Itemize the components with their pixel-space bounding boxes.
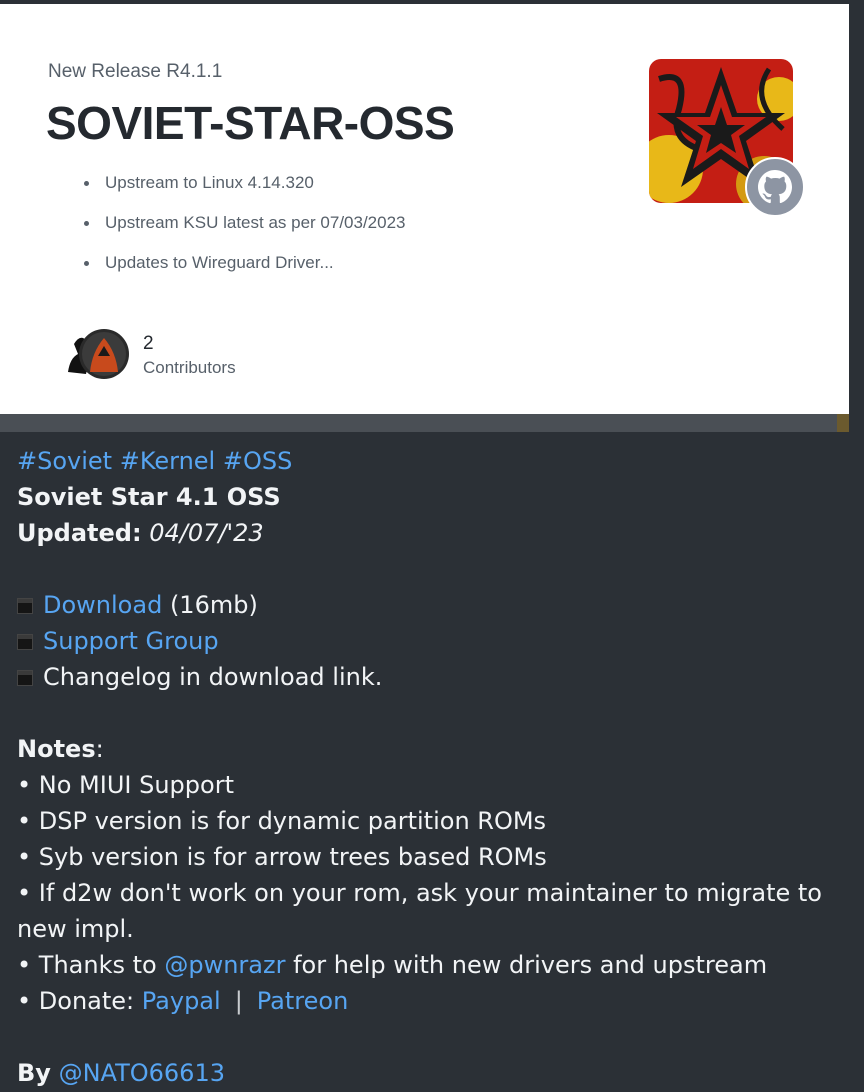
hashtags-line: #Soviet #Kernel #OSS bbox=[17, 446, 292, 476]
notes-label: Notes bbox=[17, 735, 96, 763]
patreon-link[interactable]: Patreon bbox=[257, 987, 349, 1015]
download-line: Download (16mb) bbox=[7, 590, 258, 620]
thanks-suffix: for help with new drivers and upstream bbox=[285, 951, 768, 979]
contributors-count: 2 bbox=[143, 333, 154, 354]
note-donate: • Donate: Paypal | Patreon bbox=[17, 986, 348, 1016]
github-icon bbox=[745, 157, 805, 217]
updated-date: 04/07/'23 bbox=[149, 519, 264, 547]
preview-divider bbox=[0, 414, 849, 432]
highlight-item: Updates to Wireguard Driver... bbox=[81, 251, 406, 291]
byline: By @NATO66613 bbox=[17, 1058, 225, 1088]
download-size: (16mb) bbox=[169, 591, 258, 619]
support-group-link[interactable]: Support Group bbox=[43, 627, 219, 655]
note-item: • DSP version is for dynamic partition R… bbox=[17, 807, 547, 835]
square-bullet-icon bbox=[17, 634, 33, 650]
square-bullet-icon bbox=[17, 670, 33, 686]
notes-colon: : bbox=[95, 735, 104, 763]
note-item: • If d2w don't work on your rom, ask you… bbox=[17, 879, 822, 907]
thanks-prefix: • Thanks to bbox=[17, 951, 165, 979]
hashtag-link[interactable]: #OSS bbox=[223, 447, 292, 475]
frame-right-border bbox=[849, 0, 864, 432]
changelog-line: Changelog in download link. bbox=[7, 662, 382, 692]
contributor-avatar bbox=[79, 329, 129, 379]
release-preview-card[interactable]: New Release R4.1.1 SOVIET-STAR-OSS Upstr… bbox=[0, 4, 849, 414]
highlight-item: Upstream to Linux 4.14.320 bbox=[81, 171, 406, 211]
hashtag-link[interactable]: #Kernel bbox=[120, 447, 216, 475]
square-bullet-icon bbox=[17, 598, 33, 614]
note-thanks: • Thanks to @pwnrazr for help with new d… bbox=[17, 950, 767, 980]
changelog-text: Changelog in download link. bbox=[43, 663, 383, 691]
contributor-avatars bbox=[60, 329, 129, 379]
support-line: Support Group bbox=[7, 626, 219, 656]
paypal-link[interactable]: Paypal bbox=[142, 987, 221, 1015]
updated-label: Updated: bbox=[17, 519, 142, 547]
donate-separator: | bbox=[234, 987, 243, 1015]
note-item-continued: new impl. bbox=[17, 915, 134, 943]
highlight-item: Upstream KSU latest as per 07/03/2023 bbox=[81, 211, 406, 251]
by-label: By bbox=[17, 1059, 51, 1087]
pwnrazr-mention-link[interactable]: @pwnrazr bbox=[164, 951, 285, 979]
donate-prefix: • Donate: bbox=[17, 987, 142, 1015]
note-item: • No MIUI Support bbox=[17, 771, 234, 799]
contributors-label: Contributors bbox=[143, 358, 236, 377]
download-link[interactable]: Download bbox=[43, 591, 162, 619]
message-title: Soviet Star 4.1 OSS bbox=[17, 483, 281, 511]
note-item: • Syb version is for arrow trees based R… bbox=[17, 843, 547, 871]
message-body: #Soviet #Kernel #OSS Soviet Star 4.1 OSS… bbox=[0, 432, 864, 1092]
preview-divider-accent bbox=[837, 414, 849, 432]
updated-line: Updated: 04/07/'23 bbox=[17, 518, 264, 548]
author-mention-link[interactable]: @NATO66613 bbox=[59, 1059, 225, 1087]
notes-heading: Notes: bbox=[17, 734, 104, 764]
release-highlights: Upstream to Linux 4.14.320 Upstream KSU … bbox=[81, 171, 406, 291]
repo-name: SOVIET-STAR-OSS bbox=[46, 97, 455, 149]
release-version: New Release R4.1.1 bbox=[48, 61, 223, 82]
hashtag-link[interactable]: #Soviet bbox=[17, 447, 112, 475]
